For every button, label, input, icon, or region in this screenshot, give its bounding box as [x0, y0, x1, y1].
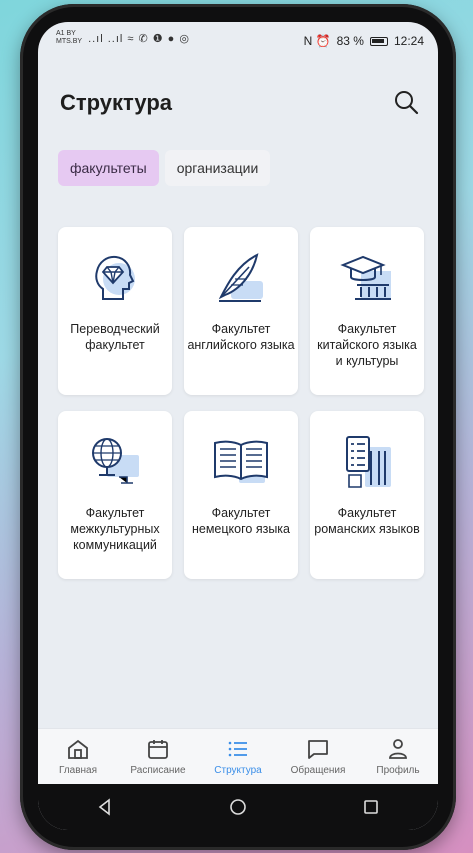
home-system-button[interactable] — [224, 793, 252, 821]
home-icon — [68, 739, 88, 759]
faculty-card-chinese[interactable]: Факультет китайского языка и культуры — [310, 227, 424, 395]
nav-label: Структура — [214, 765, 262, 776]
nav-item-requests[interactable]: Обращения — [278, 737, 358, 776]
search-button[interactable] — [392, 88, 420, 116]
faculty-label: Факультет английского языка — [187, 322, 295, 352]
app-screen: A1 BY MTS.BY ..ıl ..ıl ≈ ✆ ❶ ● ◎ N ⏰ 83 … — [38, 22, 438, 830]
tab-organizations[interactable]: организации — [164, 150, 271, 186]
faculty-label: Факультет межкультурных коммуникаций — [70, 506, 160, 552]
phone-frame: A1 BY MTS.BY ..ıl ..ıl ≈ ✆ ❶ ● ◎ N ⏰ 83 … — [20, 4, 456, 850]
status-right: N ⏰ 83 % 12:24 — [304, 34, 424, 48]
nav-label: Главная — [58, 765, 98, 776]
nav-label: Профиль — [376, 765, 420, 776]
carrier-label: A1 BY MTS.BY — [56, 30, 83, 45]
status-icons-left: ..ıl ..ıl ≈ ✆ ❶ ● ◎ — [88, 32, 190, 45]
faculty-card-romance[interactable]: Факультет романских языков — [310, 411, 424, 579]
page-title: Структура — [60, 90, 172, 115]
nav-item-structure[interactable]: Структура — [198, 737, 278, 776]
nav-item-home[interactable]: Главная — [38, 737, 118, 776]
nav-item-profile[interactable]: Профиль — [358, 737, 438, 776]
battery-percent: 83 % — [336, 34, 364, 48]
recents-square-icon — [364, 800, 379, 814]
search-icon — [395, 91, 419, 115]
tab-faculties[interactable]: факультеты — [58, 150, 159, 186]
back-button[interactable] — [91, 793, 119, 821]
faculty-label: Факультет романских языков — [314, 506, 420, 536]
status-icons-right: N ⏰ — [303, 34, 331, 48]
open-book-icon — [214, 440, 268, 483]
clock: 12:24 — [393, 34, 424, 48]
faculty-card-english[interactable]: Факультет английского языка — [184, 227, 298, 395]
chat-icon — [308, 740, 328, 759]
faculty-card-intercultural[interactable]: Факультет межкультурных коммуникаций — [58, 411, 172, 579]
faculty-label: Переводческий факультет — [70, 322, 160, 352]
system-nav-bar — [38, 784, 438, 830]
recents-button[interactable] — [357, 793, 385, 821]
nav-item-schedule[interactable]: Расписание — [118, 737, 198, 776]
quill-book-icon — [218, 253, 263, 302]
faculty-card-german[interactable]: Факультет немецкого языка — [184, 411, 298, 579]
globe-monitor-icon — [92, 438, 139, 484]
faculty-label: Факультет китайского языка и культуры — [317, 322, 417, 368]
tab-bar: факультеты организации — [58, 150, 271, 186]
status-left: A1 BY MTS.BY ..ıl ..ıl ≈ ✆ ❶ ● ◎ — [56, 30, 190, 46]
list-icon — [228, 741, 247, 757]
faculty-card-translation[interactable]: Переводческий факультет — [58, 227, 172, 395]
head-diamond-icon — [95, 255, 135, 300]
back-triangle-icon — [98, 798, 110, 816]
nav-label: Расписание — [130, 765, 186, 776]
status-bar: A1 BY MTS.BY ..ıl ..ıl ≈ ✆ ❶ ● ◎ N ⏰ 83 … — [38, 22, 438, 58]
home-circle-icon — [230, 799, 246, 815]
faculty-label: Факультет немецкого языка — [191, 506, 290, 536]
bottom-nav: Главная Расписание Структура Обращения П… — [38, 728, 438, 784]
books-list-icon — [346, 436, 391, 488]
faculty-grid: Переводческий факультет Факультет англий… — [58, 227, 424, 579]
profile-icon — [389, 739, 407, 759]
nav-label: Обращения — [290, 765, 346, 776]
graduation-building-icon — [340, 255, 391, 300]
battery-icon — [369, 36, 388, 46]
calendar-icon — [148, 740, 168, 759]
